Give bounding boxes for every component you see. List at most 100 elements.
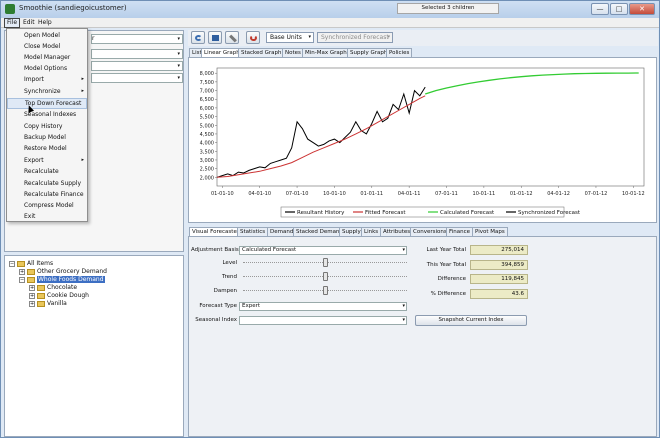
tree-item[interactable]: + Vanilla (29, 300, 67, 308)
y-tick-label: 2,000 (200, 175, 214, 181)
x-tick-label: 01-01-11 (360, 191, 383, 197)
y-tick-label: 6,500 (200, 97, 214, 103)
refresh-button[interactable] (191, 31, 205, 44)
tree-item-selected[interactable]: − Whole Foods Demand (19, 276, 105, 284)
menu-item-synchronize[interactable]: Synchronize ▸ (7, 86, 87, 97)
tab-supply-graph[interactable]: Supply Graph (347, 48, 391, 57)
menu-item-label: Copy History (24, 123, 63, 130)
tab-attributes[interactable]: Attributes (380, 227, 414, 236)
legend-entry: Synchronized Forecast (518, 210, 581, 216)
forecast-type-select[interactable]: Expert ▾ (239, 302, 407, 311)
folder-icon (27, 269, 35, 275)
menu-item-seasonal-indexes[interactable]: Seasonal Indexes (7, 109, 87, 120)
menu-item-model-manager[interactable]: Model Manager (7, 52, 87, 63)
menu-help[interactable]: Help (36, 18, 54, 28)
tab-pivot-maps[interactable]: Pivot Maps (472, 227, 508, 236)
tab-policies[interactable]: Policies (386, 48, 413, 57)
dampen-label: Dampen (213, 288, 237, 294)
expand-toggle-icon[interactable]: + (29, 285, 35, 291)
trend-slider[interactable] (243, 272, 407, 281)
menu-item-label: Model Options (24, 65, 68, 72)
maximize-button[interactable]: □ (610, 3, 628, 15)
item-tree: − All Items + Other Grocery Demand − Whole … (4, 255, 184, 437)
minimize-button[interactable]: — (591, 3, 609, 15)
tree-item[interactable]: + Cookie Dough (29, 292, 89, 300)
seasonal-index-select[interactable]: ▾ (239, 316, 407, 325)
chevron-down-icon: ▾ (177, 51, 180, 57)
tree-item[interactable]: + Other Grocery Demand (19, 268, 107, 276)
save-button[interactable] (208, 31, 222, 44)
menu-item-exit[interactable]: Exit (7, 211, 87, 222)
submenu-arrow-icon: ▸ (81, 76, 84, 82)
edit-button[interactable] (225, 31, 239, 44)
tree-item[interactable]: + Chocolate (29, 284, 77, 292)
x-tick-label: 04-01-12 (547, 191, 570, 197)
menu-item-recalculate[interactable]: Recalculate (7, 166, 87, 177)
item-filter-combo[interactable]: r ▾ (91, 34, 183, 44)
menu-item-open-model[interactable]: Open Model (7, 30, 87, 41)
menu-item-label: Synchronize (24, 88, 61, 95)
tree-label: Other Grocery Demand (37, 268, 107, 275)
last-year-total-label: Last Year Total (426, 247, 466, 253)
menu-item-label: Seasonal Indexes (24, 111, 77, 118)
adjustment-basis-value: Calculated Forecast (242, 247, 297, 253)
dampen-slider[interactable] (243, 286, 407, 295)
y-tick-label: 5,000 (200, 123, 214, 129)
menu-item-import[interactable]: Import ▸ (7, 74, 87, 85)
tab-notes[interactable]: Notes (282, 48, 304, 57)
refresh-icon (195, 35, 202, 41)
trend-label: Trend (221, 274, 237, 280)
expand-toggle-icon[interactable]: + (29, 293, 35, 299)
menu-item-export[interactable]: Export ▸ (7, 155, 87, 166)
menu-item-compress-model[interactable]: Compress Model (7, 200, 87, 211)
y-tick-label: 5,500 (200, 115, 214, 121)
this-year-total-value: 394,859 (470, 260, 528, 270)
menu-item-restore-model[interactable]: Restore Model (7, 143, 87, 154)
menu-item-top-down-forecast[interactable]: Top Down Forecast (7, 98, 87, 109)
x-tick-label: 07-01-10 (286, 191, 309, 197)
tab-min-max-graph[interactable]: Min-Max Graph (302, 48, 350, 57)
menu-item-backup-model[interactable]: Backup Model (7, 132, 87, 143)
save-icon (212, 35, 219, 41)
close-button[interactable]: ✕ (629, 3, 655, 15)
snapshot-current-index-button[interactable]: Snapshot Current Index (415, 315, 527, 326)
sync-button[interactable] (246, 31, 260, 44)
menu-item-close-model[interactable]: Close Model (7, 41, 87, 52)
expand-toggle-icon[interactable]: + (19, 269, 25, 275)
menu-item-model-options[interactable]: Model Options (7, 63, 87, 74)
plot-area (216, 67, 645, 187)
filter-combo-4[interactable]: ▾ (91, 73, 183, 83)
tab-finance[interactable]: Finance (446, 227, 474, 236)
menu-item-label: Recalculate Finance (24, 191, 84, 198)
tab-demand[interactable]: Demand (267, 227, 297, 236)
menu-item-recalculate-finance[interactable]: Recalculate Finance (7, 189, 87, 200)
collapse-toggle-icon[interactable]: − (9, 261, 15, 267)
menu-edit[interactable]: Edit (21, 18, 37, 28)
level-slider[interactable] (243, 258, 407, 267)
tab-stacked-graph[interactable]: Stacked Graph (238, 48, 285, 57)
y-tick-label: 7,500 (200, 80, 214, 86)
tab-links[interactable]: Links (361, 227, 382, 236)
level-label: Level (222, 260, 237, 266)
pct-difference-value: 43.6 (470, 289, 528, 299)
menu-item-recalculate-supply[interactable]: Recalculate Supply (7, 178, 87, 189)
dampen-slider-thumb[interactable] (322, 286, 328, 295)
filter-combo-3[interactable]: ▾ (91, 61, 183, 71)
menu-file[interactable]: File (4, 18, 21, 28)
trend-slider-thumb[interactable] (322, 272, 328, 281)
filter-combo-2[interactable]: ▾ (91, 49, 183, 59)
submenu-arrow-icon: ▸ (81, 157, 84, 163)
chevron-down-icon: ▾ (177, 36, 180, 42)
legend-entry: Fitted Forecast (365, 210, 406, 216)
tab-statistics[interactable]: Statistics (237, 227, 269, 236)
expand-toggle-icon[interactable]: + (29, 301, 35, 307)
folder-icon (37, 293, 45, 299)
level-slider-thumb[interactable] (322, 258, 328, 267)
collapse-toggle-icon[interactable]: − (19, 277, 25, 283)
menu-item-label: Model Manager (24, 54, 71, 61)
units-select[interactable]: Base Units ▾ (266, 32, 314, 43)
menu-item-copy-history[interactable]: Copy History (7, 121, 87, 132)
tab-conversions[interactable]: Conversions (410, 227, 450, 236)
adjustment-basis-select[interactable]: Calculated Forecast ▾ (239, 246, 407, 255)
tree-root[interactable]: − All Items (9, 260, 53, 268)
